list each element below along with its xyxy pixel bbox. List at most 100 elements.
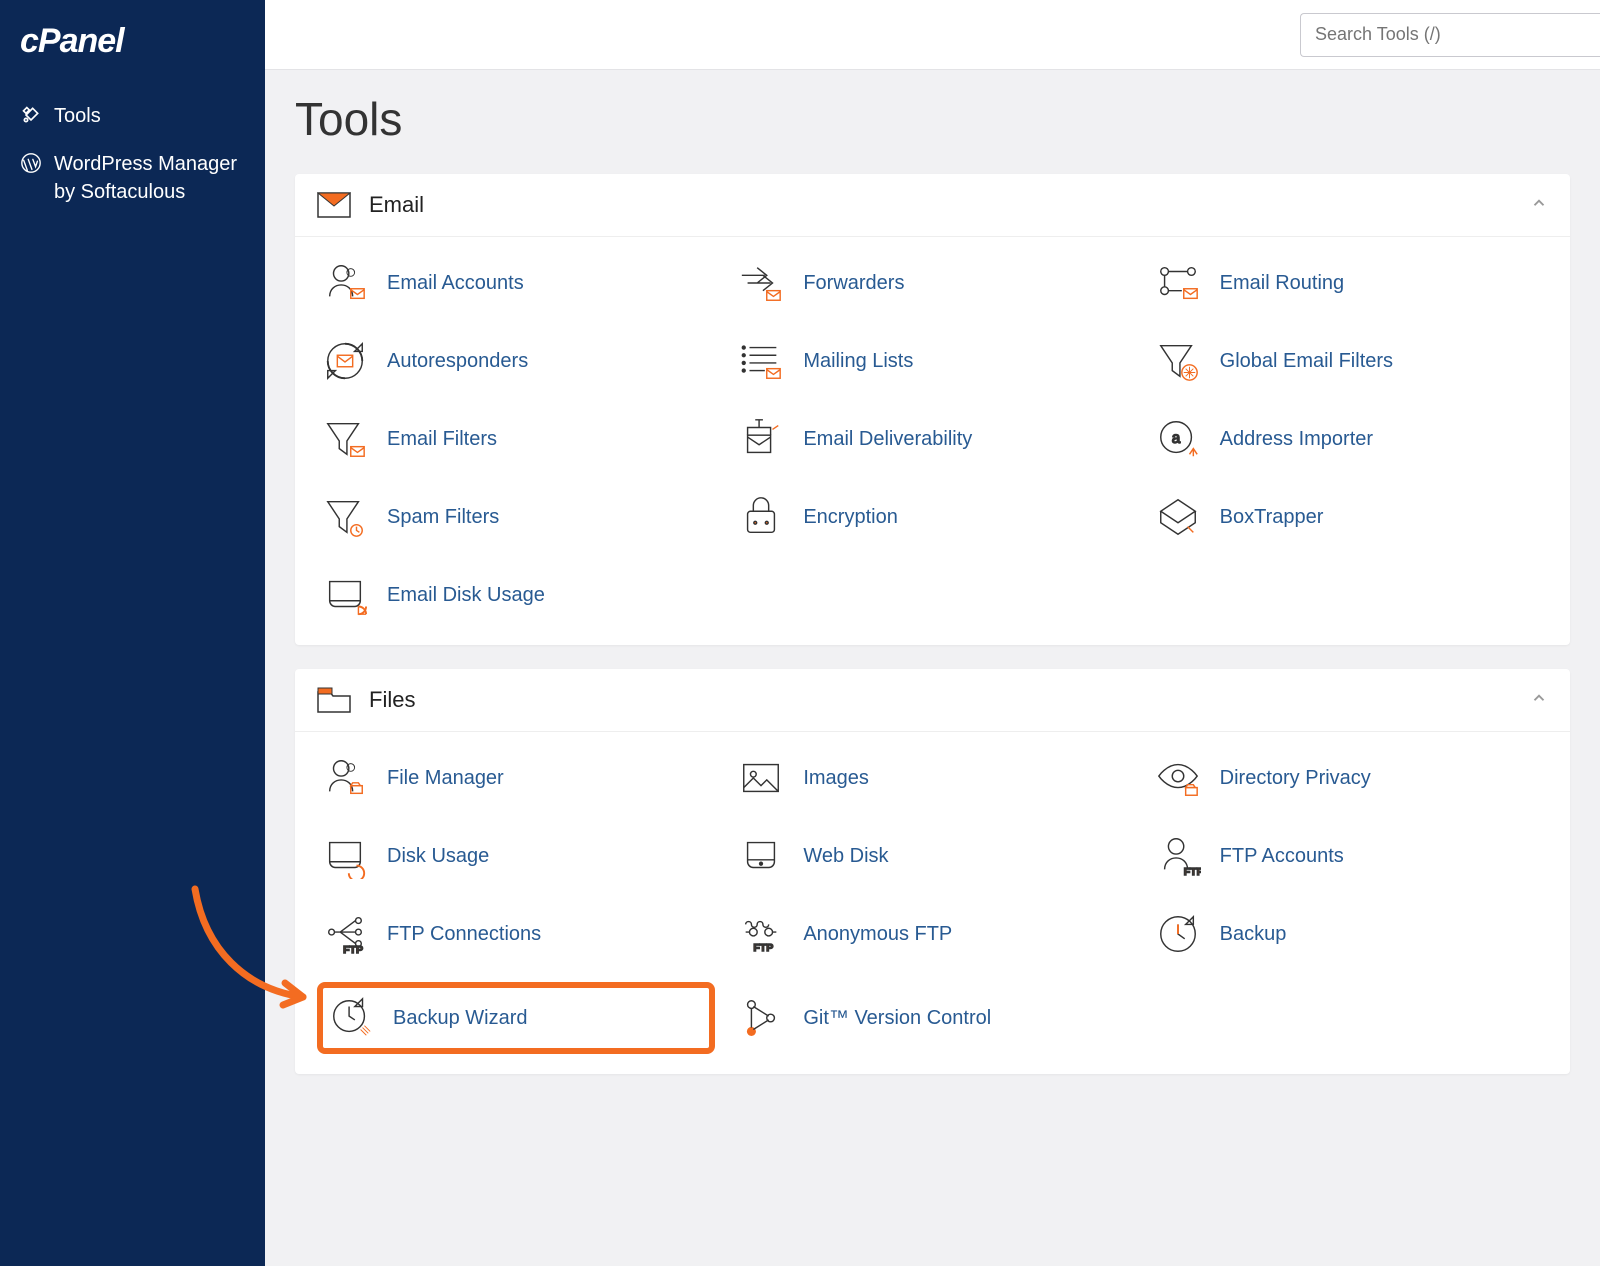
panel-email: Email Email Accounts xyxy=(295,174,1570,645)
tool-directory-privacy[interactable]: Directory Privacy xyxy=(1150,748,1548,808)
tool-email-deliverability[interactable]: Email Deliverability xyxy=(733,409,1131,469)
images-icon xyxy=(737,754,785,802)
autoresponders-icon xyxy=(321,337,369,385)
section-title: Files xyxy=(369,687,1530,713)
tool-label: Backup xyxy=(1220,923,1287,946)
address-importer-icon: a xyxy=(1154,415,1202,463)
tool-label: Forwarders xyxy=(803,272,904,295)
tool-email-accounts[interactable]: Email Accounts xyxy=(317,253,715,313)
tool-label: Git™ Version Control xyxy=(803,1007,991,1030)
tool-label: File Manager xyxy=(387,767,504,790)
tool-label: Email Filters xyxy=(387,428,497,451)
tool-address-importer[interactable]: a Address Importer xyxy=(1150,409,1548,469)
tool-git-version-control[interactable]: Git™ Version Control xyxy=(733,982,1131,1054)
tool-spam-filters[interactable]: Spam Filters xyxy=(317,487,715,547)
web-disk-icon xyxy=(737,832,785,880)
svg-text:FTP: FTP xyxy=(343,944,363,956)
tool-label: Web Disk xyxy=(803,845,888,868)
files-section-icon xyxy=(317,685,351,715)
tool-label: FTP Connections xyxy=(387,923,541,946)
svg-text:a: a xyxy=(1171,430,1180,447)
email-routing-icon xyxy=(1154,259,1202,307)
file-manager-icon xyxy=(321,754,369,802)
chevron-up-icon xyxy=(1530,194,1548,217)
tool-label: Autoresponders xyxy=(387,350,528,373)
boxtrapper-icon xyxy=(1154,493,1202,541)
chevron-up-icon xyxy=(1530,689,1548,712)
backup-icon xyxy=(1154,910,1202,958)
global-email-filters-icon xyxy=(1154,337,1202,385)
tool-anonymous-ftp[interactable]: FTP Anonymous FTP xyxy=(733,904,1131,964)
tool-web-disk[interactable]: Web Disk xyxy=(733,826,1131,886)
sidebar-item-label: WordPress Manager by Softaculous xyxy=(54,150,245,206)
topbar xyxy=(265,0,1600,70)
email-deliverability-icon xyxy=(737,415,785,463)
tool-label: Email Disk Usage xyxy=(387,584,545,607)
email-filters-icon xyxy=(321,415,369,463)
tool-disk-usage[interactable]: Disk Usage xyxy=(317,826,715,886)
svg-text:FTP: FTP xyxy=(1183,866,1200,878)
forwarders-icon xyxy=(737,259,785,307)
search-input[interactable] xyxy=(1300,13,1600,57)
tool-backup-wizard[interactable]: Backup Wizard xyxy=(317,982,715,1054)
backup-wizard-icon xyxy=(327,994,375,1042)
svg-text:cPanel: cPanel xyxy=(20,22,126,60)
tool-label: FTP Accounts xyxy=(1220,845,1344,868)
tool-ftp-accounts[interactable]: FTP FTP Accounts xyxy=(1150,826,1548,886)
panel-body-email: Email Accounts Forwarders xyxy=(295,237,1570,645)
wordpress-icon xyxy=(20,152,42,174)
tool-email-filters[interactable]: Email Filters xyxy=(317,409,715,469)
panel-body-files: File Manager Images xyxy=(295,732,1570,1074)
tool-mailing-lists[interactable]: Mailing Lists xyxy=(733,331,1131,391)
tool-label: Mailing Lists xyxy=(803,350,913,373)
tool-email-routing[interactable]: Email Routing xyxy=(1150,253,1548,313)
tool-label: Encryption xyxy=(803,506,898,529)
ftp-accounts-icon: FTP xyxy=(1154,832,1202,880)
tool-images[interactable]: Images xyxy=(733,748,1131,808)
tool-email-disk-usage[interactable]: Email Disk Usage xyxy=(317,565,715,625)
tool-label: Email Deliverability xyxy=(803,428,972,451)
tool-label: Images xyxy=(803,767,869,790)
anonymous-ftp-icon: FTP xyxy=(737,910,785,958)
section-title: Email xyxy=(369,192,1530,218)
tool-label: Spam Filters xyxy=(387,506,499,529)
tool-ftp-connections[interactable]: FTP FTP Connections xyxy=(317,904,715,964)
tool-label: Anonymous FTP xyxy=(803,923,952,946)
email-accounts-icon xyxy=(321,259,369,307)
tool-global-email-filters[interactable]: Global Email Filters xyxy=(1150,331,1548,391)
tool-label: Backup Wizard xyxy=(393,1007,528,1030)
email-section-icon xyxy=(317,190,351,220)
tool-label: Email Accounts xyxy=(387,272,524,295)
tool-backup[interactable]: Backup xyxy=(1150,904,1548,964)
tool-label: Address Importer xyxy=(1220,428,1373,451)
cpanel-logo: cPanel xyxy=(20,22,245,60)
mailing-lists-icon xyxy=(737,337,785,385)
tool-label: Global Email Filters xyxy=(1220,350,1393,373)
directory-privacy-icon xyxy=(1154,754,1202,802)
tool-label: Directory Privacy xyxy=(1220,767,1371,790)
email-disk-usage-icon xyxy=(321,571,369,619)
tool-boxtrapper[interactable]: BoxTrapper xyxy=(1150,487,1548,547)
page-title: Tools xyxy=(295,92,1570,146)
sidebar-item-tools[interactable]: Tools xyxy=(20,92,245,140)
sidebar-item-wordpress-manager[interactable]: WordPress Manager by Softaculous xyxy=(20,140,245,216)
tools-icon xyxy=(20,104,42,126)
tool-file-manager[interactable]: File Manager xyxy=(317,748,715,808)
main-content: Tools Email xyxy=(265,0,1600,1266)
svg-text:FTP: FTP xyxy=(754,942,774,954)
spam-filters-icon xyxy=(321,493,369,541)
git-version-control-icon xyxy=(737,994,785,1042)
disk-usage-icon xyxy=(321,832,369,880)
ftp-connections-icon: FTP xyxy=(321,910,369,958)
tool-autoresponders[interactable]: Autoresponders xyxy=(317,331,715,391)
tool-label: Email Routing xyxy=(1220,272,1345,295)
panel-header-email[interactable]: Email xyxy=(295,174,1570,237)
sidebar: cPanel Tools WordPress Manager by Softac… xyxy=(0,0,265,1266)
encryption-icon xyxy=(737,493,785,541)
tool-encryption[interactable]: Encryption xyxy=(733,487,1131,547)
panel-header-files[interactable]: Files xyxy=(295,669,1570,732)
panel-files: Files File Manager xyxy=(295,669,1570,1074)
tool-forwarders[interactable]: Forwarders xyxy=(733,253,1131,313)
tool-label: BoxTrapper xyxy=(1220,506,1324,529)
tool-label: Disk Usage xyxy=(387,845,489,868)
